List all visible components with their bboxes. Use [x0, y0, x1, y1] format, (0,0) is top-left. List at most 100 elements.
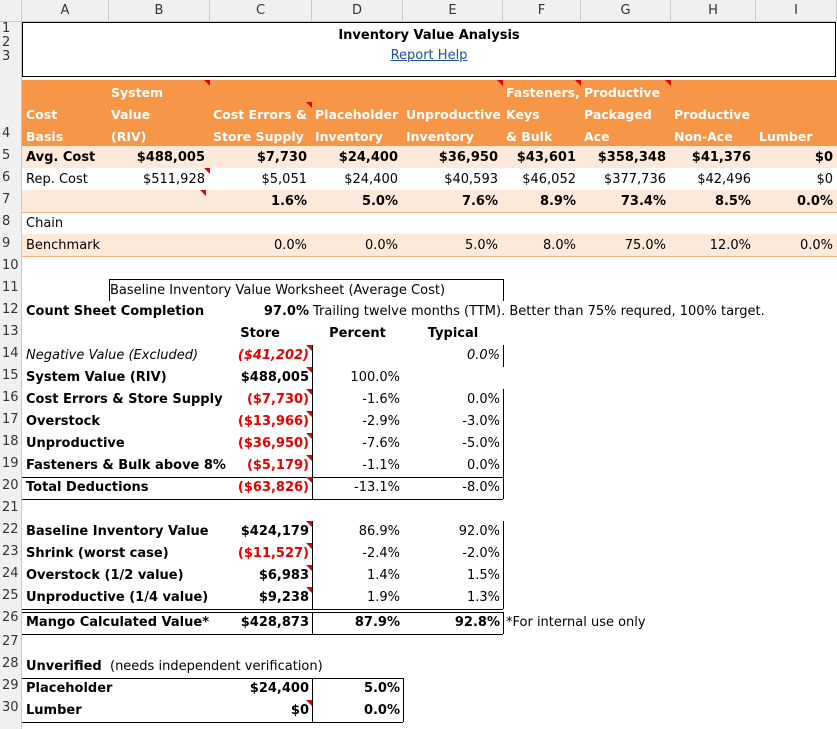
- comment-indicator[interactable]: [306, 587, 312, 593]
- row6-prod-packaged[interactable]: $377,736: [581, 169, 666, 191]
- worksheet-row-label[interactable]: Shrink (worst case): [26, 543, 169, 565]
- worksheet-row-percent[interactable]: 100.0%: [312, 367, 400, 389]
- lumber-store[interactable]: $0: [210, 700, 309, 722]
- lumber-label[interactable]: Lumber: [26, 700, 82, 722]
- row-header-27[interactable]: 27: [0, 632, 22, 652]
- worksheet-row-typical[interactable]: -8.0%: [403, 477, 500, 499]
- row-header-12[interactable]: 12: [0, 300, 22, 320]
- worksheet-row-store[interactable]: ($41,202): [210, 345, 309, 367]
- mango-note[interactable]: *For internal use only: [506, 612, 646, 634]
- row5-unproductive[interactable]: $36,950: [403, 147, 498, 169]
- comment-indicator[interactable]: [204, 168, 210, 174]
- placeholder-store[interactable]: $24,400: [210, 678, 309, 700]
- worksheet-row-percent[interactable]: -2.4%: [312, 543, 400, 565]
- row-header-7[interactable]: 7: [0, 190, 22, 210]
- worksheet-row-percent[interactable]: -1.1%: [312, 455, 400, 477]
- placeholder-percent[interactable]: 5.0%: [312, 678, 400, 700]
- row9-prod-nonace[interactable]: 12.0%: [671, 235, 751, 257]
- worksheet-row-label[interactable]: System Value (RIV): [26, 367, 167, 389]
- row9-lumber[interactable]: 0.0%: [756, 235, 833, 257]
- worksheet-row-percent[interactable]: -1.6%: [312, 389, 400, 411]
- worksheet-row-label[interactable]: Baseline Inventory Value: [26, 521, 209, 543]
- comment-indicator[interactable]: [306, 389, 312, 395]
- worksheet-row-label[interactable]: Unproductive (1/4 value): [26, 587, 208, 609]
- row-header-26[interactable]: 26: [0, 608, 22, 628]
- row-header-2[interactable]: 2: [0, 36, 22, 50]
- comment-indicator[interactable]: [306, 345, 312, 351]
- row-header-25[interactable]: 25: [0, 586, 22, 606]
- worksheet-row-typical[interactable]: [403, 367, 500, 389]
- row-header-21[interactable]: 21: [0, 498, 22, 518]
- row-header-3[interactable]: 3: [0, 50, 22, 64]
- row5-prod-nonace[interactable]: $41,376: [671, 147, 751, 169]
- row9-cost-errors[interactable]: 0.0%: [210, 235, 307, 257]
- count-completion-label[interactable]: Count Sheet Completion: [26, 301, 204, 323]
- worksheet-row-percent[interactable]: 1.4%: [312, 565, 400, 587]
- row5-prod-packaged[interactable]: $358,348: [581, 147, 666, 169]
- row-header-10[interactable]: 10: [0, 256, 22, 276]
- comment-indicator[interactable]: [575, 80, 581, 86]
- comment-indicator[interactable]: [200, 190, 206, 196]
- comment-indicator[interactable]: [306, 543, 312, 549]
- row7-cost-errors[interactable]: 1.6%: [210, 191, 307, 213]
- row-header-15[interactable]: 15: [0, 366, 22, 386]
- row-header-20[interactable]: 20: [0, 476, 22, 496]
- worksheet-row-store[interactable]: $488,005: [210, 367, 309, 389]
- row-header-11[interactable]: 11: [0, 278, 22, 298]
- row-header-22[interactable]: 22: [0, 520, 22, 540]
- row9-fasteners[interactable]: 8.0%: [503, 235, 576, 257]
- worksheet-row-typical[interactable]: -2.0%: [403, 543, 500, 565]
- spreadsheet-grid[interactable]: A B C D E F G H I 1 2 3 4 5 6 7 8 9 10 11 12 13 14 15 1…: [0, 0, 837, 729]
- comment-indicator[interactable]: [306, 367, 312, 373]
- worksheet-row-store[interactable]: $424,179: [210, 521, 309, 543]
- mango-percent[interactable]: 87.9%: [312, 612, 400, 634]
- row9-prod-packaged[interactable]: 75.0%: [581, 235, 666, 257]
- worksheet-row-store[interactable]: ($36,950): [210, 433, 309, 455]
- row9-label[interactable]: Benchmark: [26, 235, 100, 257]
- column-header-h[interactable]: H: [671, 0, 756, 22]
- comment-indicator[interactable]: [306, 455, 312, 461]
- worksheet-row-typical[interactable]: 0.0%: [403, 345, 500, 367]
- row7-unproductive[interactable]: 7.6%: [403, 191, 498, 213]
- row7-prod-nonace[interactable]: 8.5%: [671, 191, 751, 213]
- worksheet-row-store[interactable]: ($7,730): [210, 389, 309, 411]
- row6-fasteners[interactable]: $46,052: [503, 169, 576, 191]
- row6-placeholder[interactable]: $24,400: [312, 169, 398, 191]
- row5-lumber[interactable]: $0: [756, 147, 833, 169]
- row-header-17[interactable]: 17: [0, 410, 22, 430]
- worksheet-row-label[interactable]: Overstock: [26, 411, 100, 433]
- worksheet-row-store[interactable]: $6,983: [210, 565, 309, 587]
- row8-label[interactable]: Chain: [26, 213, 63, 235]
- row-header-23[interactable]: 23: [0, 542, 22, 562]
- report-help-link[interactable]: Report Help: [22, 45, 836, 67]
- row5-cost-errors[interactable]: $7,730: [210, 147, 307, 169]
- comment-indicator[interactable]: [306, 411, 312, 417]
- worksheet-row-store[interactable]: ($63,826): [210, 477, 309, 499]
- count-completion-note[interactable]: Trailing twelve months (TTM). Better tha…: [313, 301, 765, 323]
- worksheet-row-store[interactable]: ($11,527): [210, 543, 309, 565]
- row-header-4[interactable]: 4: [0, 124, 22, 144]
- worksheet-row-label[interactable]: Unproductive: [26, 433, 125, 455]
- worksheet-row-percent[interactable]: 86.9%: [312, 521, 400, 543]
- column-header-b[interactable]: B: [109, 0, 210, 22]
- worksheet-row-label[interactable]: Fasteners & Bulk above 8%: [26, 455, 226, 477]
- row-header-16[interactable]: 16: [0, 388, 22, 408]
- select-all-corner[interactable]: [0, 0, 22, 22]
- comment-indicator[interactable]: [306, 433, 312, 439]
- row5-riv[interactable]: $488,005: [109, 147, 205, 169]
- worksheet-row-percent[interactable]: -2.9%: [312, 411, 400, 433]
- column-header-i[interactable]: I: [756, 0, 837, 22]
- row-header-30[interactable]: 30: [0, 698, 22, 718]
- comment-indicator[interactable]: [306, 102, 312, 108]
- row9-placeholder[interactable]: 0.0%: [312, 235, 398, 257]
- mango-typical[interactable]: 92.8%: [403, 612, 500, 634]
- column-header-f[interactable]: F: [503, 0, 581, 22]
- worksheet-row-typical[interactable]: 0.0%: [403, 455, 500, 477]
- row-header-14[interactable]: 14: [0, 344, 22, 364]
- worksheet-row-label[interactable]: Cost Errors & Store Supply: [26, 389, 223, 411]
- column-header-g[interactable]: G: [581, 0, 671, 22]
- worksheet-row-percent[interactable]: 1.9%: [312, 587, 400, 609]
- row-header-1[interactable]: 1: [0, 22, 22, 36]
- column-header-d[interactable]: D: [312, 0, 403, 22]
- row-header-9[interactable]: 9: [0, 234, 22, 254]
